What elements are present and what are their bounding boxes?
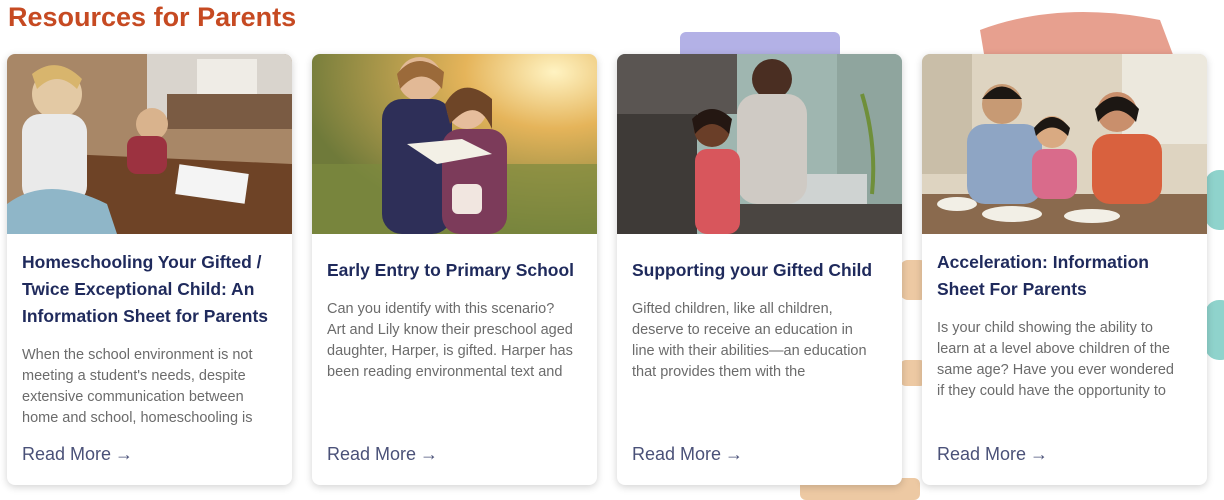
resource-card-homeschooling: Homeschooling Your Gifted / Twice Except… <box>7 54 292 485</box>
resource-card-early-entry: Early Entry to Primary School Can you id… <box>312 54 597 485</box>
card-image-early-entry[interactable] <box>312 54 597 234</box>
card-excerpt: Can you identify with this scenario? Art… <box>327 301 573 380</box>
arrow-right-icon: → <box>725 444 744 464</box>
arrow-right-icon: → <box>1030 444 1049 464</box>
read-more-link[interactable]: Read More → <box>632 444 743 465</box>
read-more-link[interactable]: Read More → <box>22 444 133 465</box>
card-excerpt: Gifted children, like all children, dese… <box>632 301 867 380</box>
card-image-homeschooling[interactable] <box>7 54 292 234</box>
card-image-acceleration[interactable] <box>922 54 1207 234</box>
read-more-link[interactable]: Read More → <box>937 444 1048 465</box>
arrow-right-icon: → <box>420 444 439 464</box>
card-image-supporting[interactable] <box>617 54 902 234</box>
arrow-right-icon: → <box>115 444 134 464</box>
card-title[interactable]: Early Entry to Primary School <box>327 257 585 284</box>
card-excerpt: When the school environment is not meeti… <box>22 347 253 426</box>
card-title[interactable]: Acceleration: Information Sheet For Pare… <box>937 249 1195 303</box>
resource-card-acceleration: Acceleration: Information Sheet For Pare… <box>922 54 1207 485</box>
resource-card-supporting: Supporting your Gifted Child Gifted chil… <box>617 54 902 485</box>
page-title: Resources for Parents <box>8 2 297 32</box>
card-title[interactable]: Homeschooling Your Gifted / Twice Except… <box>22 249 280 330</box>
card-excerpt: Is your child showing the ability to lea… <box>937 320 1174 399</box>
read-more-link[interactable]: Read More → <box>327 444 438 465</box>
card-title[interactable]: Supporting your Gifted Child <box>632 257 890 284</box>
